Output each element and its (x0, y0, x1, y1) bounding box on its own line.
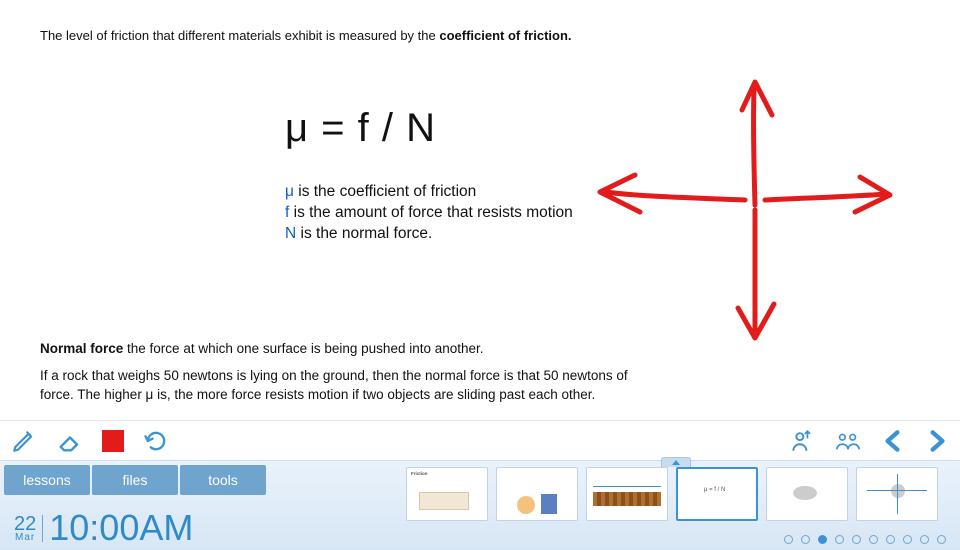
slide-dot-2[interactable] (801, 535, 810, 544)
raise-hand-icon (789, 428, 815, 454)
group-icon (834, 428, 862, 454)
menu-tabs: lessons files tools (4, 465, 266, 495)
legend-f: f is the amount of force that resists mo… (285, 203, 615, 224)
pencil-icon (11, 428, 37, 454)
slide-thumb-6[interactable] (856, 467, 938, 521)
clock: 22 Mar 10:00AM (14, 510, 193, 546)
slide-thumb-1[interactable]: Friction (406, 467, 488, 521)
eraser-icon (56, 427, 84, 455)
slide-dot-1[interactable] (784, 535, 793, 544)
normal-force-label: Normal force (40, 341, 123, 356)
undo-tool[interactable] (142, 427, 170, 455)
slide-dot-8[interactable] (903, 535, 912, 544)
group-button[interactable] (834, 427, 862, 455)
color-swatch[interactable] (102, 430, 124, 452)
example-text: If a rock that weighs 50 newtons is lyin… (40, 367, 640, 405)
normal-force-rest: the force at which one surface is being … (123, 341, 483, 356)
slide-thumb-2[interactable] (496, 467, 578, 521)
intro-prefix: The level of friction that different mat… (40, 28, 439, 43)
clock-day: 22 (14, 515, 36, 533)
prev-slide-button[interactable] (880, 428, 906, 454)
slide-dot-10[interactable] (937, 535, 946, 544)
slide-thumb-5[interactable] (766, 467, 848, 521)
n-symbol: N (285, 225, 296, 242)
thumb-strip: Friction μ = f / N (406, 467, 946, 521)
formula-legend: μ is the coefficient of friction f is th… (285, 182, 615, 245)
bottom-bar: lessons files tools 22 Mar 10:00AM Frict… (0, 460, 960, 550)
slide-dot-4[interactable] (835, 535, 844, 544)
chevron-right-icon (924, 428, 950, 454)
next-slide-button[interactable] (924, 428, 950, 454)
slide-dot-7[interactable] (886, 535, 895, 544)
raise-hand-button[interactable] (788, 427, 816, 455)
slide-thumb-4[interactable]: μ = f / N (676, 467, 758, 521)
thumb-strip-handle[interactable] (661, 457, 691, 467)
slide-thumb-3[interactable] (586, 467, 668, 521)
slide-dot-5[interactable] (852, 535, 861, 544)
files-tab[interactable]: files (92, 465, 178, 495)
legend-n: N is the normal force. (285, 224, 615, 245)
slide-dots (784, 535, 946, 544)
n-text: is the normal force. (296, 225, 432, 242)
slide-canvas: The level of friction that different mat… (0, 0, 960, 420)
clock-month: Mar (15, 533, 35, 542)
lessons-tab[interactable]: lessons (4, 465, 90, 495)
legend-mu: μ is the coefficient of friction (285, 182, 615, 203)
clock-date: 22 Mar (14, 515, 43, 542)
intro-bold: coefficient of friction. (439, 28, 571, 43)
formula-block: μ = f / N μ is the coefficient of fricti… (285, 108, 615, 245)
pencil-tool[interactable] (10, 427, 38, 455)
formula: μ = f / N (285, 108, 615, 148)
slide-dot-6[interactable] (869, 535, 878, 544)
clock-time: 10:00AM (49, 510, 193, 546)
slide-dot-9[interactable] (920, 535, 929, 544)
tools-tab[interactable]: tools (180, 465, 266, 495)
undo-icon (142, 427, 170, 455)
mu-text: is the coefficient of friction (294, 183, 476, 200)
tool-row (0, 420, 960, 460)
eraser-tool[interactable] (56, 427, 84, 455)
chevron-left-icon (880, 428, 906, 454)
intro-text: The level of friction that different mat… (40, 28, 920, 43)
bottom-text: Normal force the force at which one surf… (40, 340, 640, 405)
f-text: is the amount of force that resists moti… (289, 204, 572, 221)
slide-dot-3[interactable] (818, 535, 827, 544)
mu-symbol: μ (285, 183, 294, 200)
